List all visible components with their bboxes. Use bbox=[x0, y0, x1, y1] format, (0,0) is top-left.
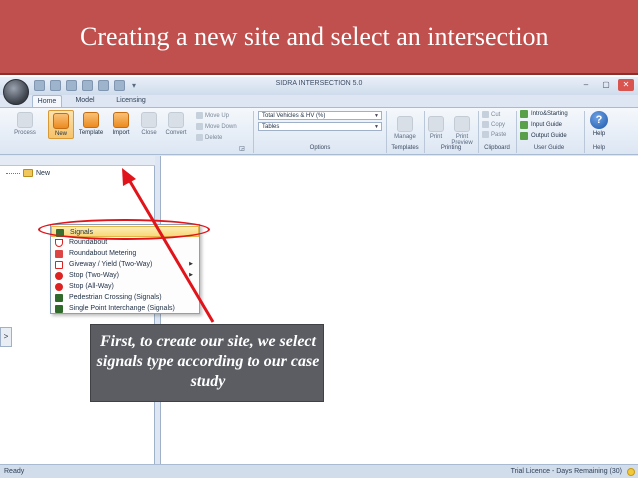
menu-item-pedestrian-crossing[interactable]: Pedestrian Crossing (Signals) bbox=[51, 292, 199, 303]
window-title: SIDRA INTERSECTION 5.0 bbox=[275, 80, 363, 87]
chevron-down-icon: ▼ bbox=[374, 113, 379, 119]
ribbon: Process New Template Import Close Conver… bbox=[0, 107, 638, 155]
book-icon bbox=[520, 110, 528, 118]
copy-button[interactable]: Copy bbox=[482, 121, 505, 128]
group-label-help: Help bbox=[592, 145, 606, 151]
help-button[interactable]: ? Help bbox=[588, 111, 610, 137]
interchange-icon bbox=[55, 305, 63, 313]
template-button[interactable]: Template bbox=[76, 112, 106, 136]
printer-icon bbox=[428, 116, 444, 132]
book-icon bbox=[520, 132, 528, 140]
expand-panel-icon[interactable]: > bbox=[0, 327, 12, 347]
minimize-icon[interactable]: – bbox=[578, 79, 594, 91]
maximize-icon[interactable]: ▢ bbox=[598, 79, 614, 91]
slide: Creating a new site and select an inters… bbox=[0, 0, 638, 478]
ribbon-separator bbox=[253, 111, 254, 153]
menu-item-stop-all-way[interactable]: Stop (All-Way) bbox=[51, 281, 199, 292]
licence-status: Trial Licence - Days Remaining (30) bbox=[510, 468, 622, 475]
instruction-callout: First, to create our site, we select sig… bbox=[90, 324, 324, 402]
stop-icon bbox=[55, 283, 63, 291]
manage-button[interactable]: Manage bbox=[390, 116, 420, 140]
dialog-launcher-icon[interactable]: ◲ bbox=[232, 145, 252, 152]
roundabout-metering-icon bbox=[55, 250, 63, 258]
pedestrian-icon bbox=[55, 294, 63, 302]
group-label-options: Options bbox=[309, 145, 331, 151]
manage-icon bbox=[397, 116, 413, 132]
move-down-button[interactable]: Move Down bbox=[196, 123, 237, 130]
delete-button[interactable]: Delete bbox=[196, 134, 222, 141]
highlight-ellipse bbox=[38, 219, 210, 240]
close-site-icon bbox=[141, 112, 157, 128]
delete-icon bbox=[196, 134, 203, 141]
stop-icon bbox=[55, 272, 63, 280]
panel-header bbox=[0, 156, 155, 166]
main-workspace bbox=[160, 156, 638, 465]
move-down-icon bbox=[196, 123, 203, 130]
application-menu-button[interactable] bbox=[3, 79, 29, 105]
paste-button[interactable]: Paste bbox=[482, 131, 506, 138]
tables-combo[interactable]: Tables ▼ bbox=[258, 122, 382, 131]
process-icon bbox=[17, 112, 33, 128]
intro-starting-button[interactable]: Intro&Starting bbox=[520, 110, 568, 118]
import-icon bbox=[113, 112, 129, 128]
menu-item-single-point-interchange[interactable]: Single Point Interchange (Signals) bbox=[51, 303, 199, 314]
chevron-down-icon: ▼ bbox=[374, 124, 379, 130]
print-button[interactable]: Print bbox=[426, 116, 446, 140]
group-label-user-guide: User Guide bbox=[533, 145, 565, 151]
menu-item-roundabout-metering[interactable]: Roundabout Metering bbox=[51, 248, 199, 259]
title-banner: Creating a new site and select an inters… bbox=[0, 0, 638, 75]
help-icon: ? bbox=[590, 111, 608, 129]
import-button[interactable]: Import bbox=[108, 112, 134, 136]
group-label-clipboard: Clipboard bbox=[484, 145, 510, 151]
move-up-button[interactable]: Move Up bbox=[196, 112, 229, 119]
output-guide-button[interactable]: Output Guide bbox=[520, 132, 567, 140]
close-site-button[interactable]: Close bbox=[138, 112, 160, 136]
new-button[interactable]: New bbox=[48, 110, 74, 139]
process-button[interactable]: Process bbox=[10, 112, 40, 136]
input-guide-button[interactable]: Input Guide bbox=[520, 121, 562, 129]
callout-text: First, to create our site, we select sig… bbox=[96, 333, 320, 390]
options-combo[interactable]: Total Vehicles & HV (%) ▼ bbox=[258, 111, 382, 120]
submenu-arrow-icon: ▶ bbox=[189, 261, 193, 267]
print-preview-icon bbox=[454, 116, 470, 132]
group-label-templates: Templates bbox=[391, 145, 419, 151]
scissors-icon bbox=[482, 111, 489, 118]
submenu-arrow-icon: ▶ bbox=[189, 272, 193, 278]
copy-icon bbox=[482, 121, 489, 128]
tab-licensing[interactable]: Licensing bbox=[112, 95, 150, 107]
giveway-icon bbox=[55, 261, 63, 269]
roundabout-icon bbox=[55, 239, 63, 247]
menu-item-giveway[interactable]: Giveway / Yield (Two-Way) ▶ bbox=[51, 259, 199, 270]
tab-model[interactable]: Model bbox=[70, 95, 100, 107]
tree-item-new[interactable]: New bbox=[6, 169, 50, 177]
window-titlebar: ▾ SIDRA INTERSECTION 5.0 – ▢ ✕ bbox=[0, 77, 638, 95]
close-icon[interactable]: ✕ bbox=[618, 79, 634, 91]
template-icon bbox=[83, 112, 99, 128]
move-up-icon bbox=[196, 112, 203, 119]
ribbon-tabs: Home Model Licensing bbox=[0, 95, 638, 107]
slide-title: Creating a new site and select an inters… bbox=[80, 22, 549, 51]
convert-icon bbox=[168, 112, 184, 128]
convert-button[interactable]: Convert bbox=[162, 112, 190, 136]
print-preview-button[interactable]: Print Preview bbox=[448, 116, 476, 146]
status-text: Ready bbox=[4, 468, 25, 475]
book-icon bbox=[520, 121, 528, 129]
menu-item-stop-two-way[interactable]: Stop (Two-Way) ▶ bbox=[51, 270, 199, 281]
status-indicator-icon bbox=[627, 468, 635, 476]
group-label-printing: Printing bbox=[440, 145, 462, 151]
new-site-icon bbox=[53, 113, 69, 129]
tree-connector bbox=[6, 172, 20, 174]
window-controls: – ▢ ✕ bbox=[578, 79, 634, 91]
tab-home[interactable]: Home bbox=[32, 95, 62, 107]
folder-icon bbox=[23, 169, 33, 177]
status-bar: Ready Trial Licence - Days Remaining (30… bbox=[0, 464, 638, 478]
cut-button[interactable]: Cut bbox=[482, 111, 500, 118]
paste-icon bbox=[482, 131, 489, 138]
